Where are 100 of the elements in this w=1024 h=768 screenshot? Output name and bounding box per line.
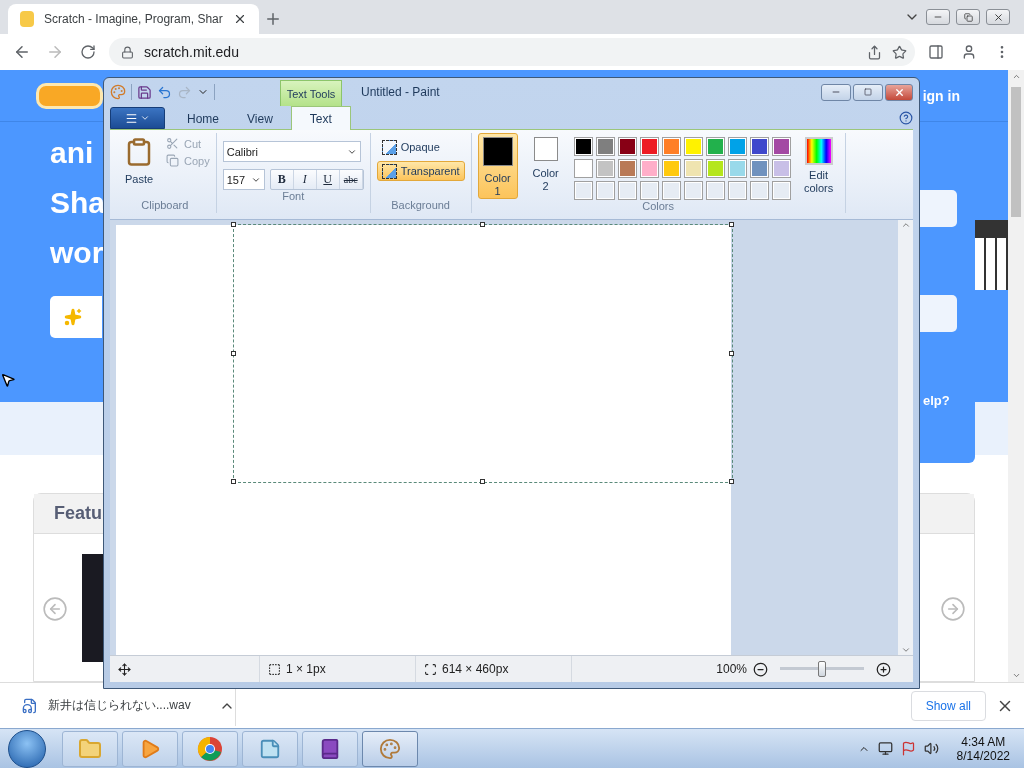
save-icon[interactable]: [137, 84, 152, 100]
minimize-button[interactable]: [926, 9, 950, 25]
menu-icon: [125, 111, 138, 125]
ribbon-tab[interactable]: View: [233, 107, 287, 130]
palette-swatch[interactable]: [617, 137, 637, 156]
browser-icon: [197, 735, 223, 762]
palette-icon[interactable]: [110, 84, 126, 100]
browser-tab[interactable]: Scratch - Imagine, Program, Shar: [8, 4, 259, 34]
scroll-up-icon[interactable]: [1011, 72, 1021, 81]
scroll-down-icon[interactable]: [1011, 671, 1021, 680]
bookmark-star-icon[interactable]: [892, 44, 907, 60]
palette-swatch[interactable]: [683, 137, 703, 156]
palette-swatch[interactable]: [749, 137, 769, 156]
taskbar-button[interactable]: [302, 730, 358, 767]
speaker-icon[interactable]: [923, 741, 939, 756]
piano-drawing: [975, 220, 1008, 290]
group-label: Font: [282, 190, 305, 204]
scroll-thumb[interactable]: [1011, 87, 1021, 217]
clock[interactable]: 4:34 AM 8/14/2022: [956, 734, 1010, 763]
restore-button[interactable]: [853, 83, 883, 101]
palette-swatch[interactable]: [661, 137, 681, 156]
palette-swatch[interactable]: [617, 159, 637, 178]
resize-handle[interactable]: [729, 479, 734, 484]
empty-swatch[interactable]: [771, 181, 791, 200]
forward-arrow-icon: [46, 43, 64, 61]
resize-handle[interactable]: [231, 222, 236, 227]
italic-button[interactable]: I: [293, 170, 317, 189]
scrollbar[interactable]: [898, 220, 913, 655]
empty-swatch[interactable]: [749, 181, 769, 200]
download-file-name[interactable]: 新井は信じられない....wav: [48, 697, 209, 714]
color-slot-button[interactable]: Color 1: [477, 133, 518, 199]
palette-swatch[interactable]: [683, 159, 703, 178]
address-field[interactable]: scratch.mit.edu: [109, 38, 915, 66]
copy-icon: [166, 154, 179, 167]
palette-swatch[interactable]: [661, 159, 681, 178]
undo-icon[interactable]: [157, 84, 172, 100]
scroll-up-icon[interactable]: [900, 220, 911, 230]
card-field[interactable]: [920, 295, 957, 332]
zoom-out-icon[interactable]: [753, 661, 768, 677]
color-slot-button[interactable]: Color 2: [525, 133, 566, 199]
resize-handle[interactable]: [729, 350, 734, 356]
font-family-dropdown[interactable]: Calibri: [222, 141, 361, 162]
show-all-button[interactable]: Show all: [910, 690, 986, 721]
empty-swatch[interactable]: [595, 181, 615, 200]
hero-button[interactable]: [50, 296, 102, 338]
paste-button[interactable]: Paste: [120, 133, 158, 199]
group-label: Clipboard: [141, 199, 189, 213]
palette-swatch[interactable]: [595, 137, 615, 156]
background-option[interactable]: Opaque: [376, 137, 465, 157]
ribbon-tab[interactable]: Text: [290, 106, 351, 130]
empty-swatch[interactable]: [727, 181, 747, 200]
empty-swatch[interactable]: [683, 181, 703, 200]
empty-swatch[interactable]: [661, 181, 681, 200]
zoom-in-icon[interactable]: [876, 661, 891, 677]
site-logo[interactable]: [36, 82, 103, 109]
taskbar-button[interactable]: [182, 730, 238, 767]
palette-swatch[interactable]: [705, 159, 725, 178]
empty-swatch[interactable]: [573, 181, 593, 200]
palette-swatch[interactable]: [727, 137, 747, 156]
palette-swatch[interactable]: [771, 137, 791, 156]
palette-swatch[interactable]: [595, 159, 615, 178]
resize-handle[interactable]: [480, 222, 485, 227]
slider-thumb[interactable]: [818, 661, 826, 677]
resize-handle[interactable]: [231, 479, 236, 484]
flag-icon[interactable]: [900, 741, 916, 756]
card-field[interactable]: [920, 190, 957, 227]
palette-swatch[interactable]: [705, 137, 725, 156]
scroll-down-icon[interactable]: [900, 645, 911, 655]
palette-swatch[interactable]: [639, 159, 659, 178]
empty-swatch[interactable]: [705, 181, 725, 200]
book-icon: [319, 737, 341, 760]
resize-handle[interactable]: [480, 479, 485, 484]
background-option[interactable]: Transparent: [376, 161, 465, 181]
bold-button[interactable]: B: [270, 170, 294, 189]
close-button[interactable]: [885, 83, 913, 101]
palette-swatch[interactable]: [749, 159, 769, 178]
close-button[interactable]: [986, 9, 1010, 25]
network-icon[interactable]: [877, 741, 893, 756]
minimize-button[interactable]: [821, 83, 851, 101]
share-icon[interactable]: [867, 44, 882, 60]
palette-swatch[interactable]: [639, 137, 659, 156]
resize-handle[interactable]: [729, 222, 734, 227]
empty-swatch[interactable]: [639, 181, 659, 200]
palette-swatch[interactable]: [573, 137, 593, 156]
page-scrollbar[interactable]: [1008, 70, 1024, 682]
palette-swatch[interactable]: [727, 159, 747, 178]
audio-file-icon: [22, 697, 38, 714]
edit-colors-button[interactable]: Edit colors: [798, 133, 839, 200]
palette-swatch[interactable]: [771, 159, 791, 178]
app-menu-button[interactable]: [110, 107, 165, 129]
strike-button[interactable]: abc: [339, 170, 363, 189]
resize-handle[interactable]: [231, 350, 236, 356]
font-size-dropdown[interactable]: 157: [222, 169, 265, 190]
start-button[interactable]: [8, 729, 46, 768]
palette-swatch[interactable]: [573, 159, 593, 178]
underline-button[interactable]: U: [316, 170, 340, 189]
empty-swatch[interactable]: [617, 181, 637, 200]
restore-button[interactable]: [956, 9, 980, 25]
help-icon[interactable]: [899, 110, 913, 125]
ribbon-tab[interactable]: Home: [173, 107, 233, 130]
